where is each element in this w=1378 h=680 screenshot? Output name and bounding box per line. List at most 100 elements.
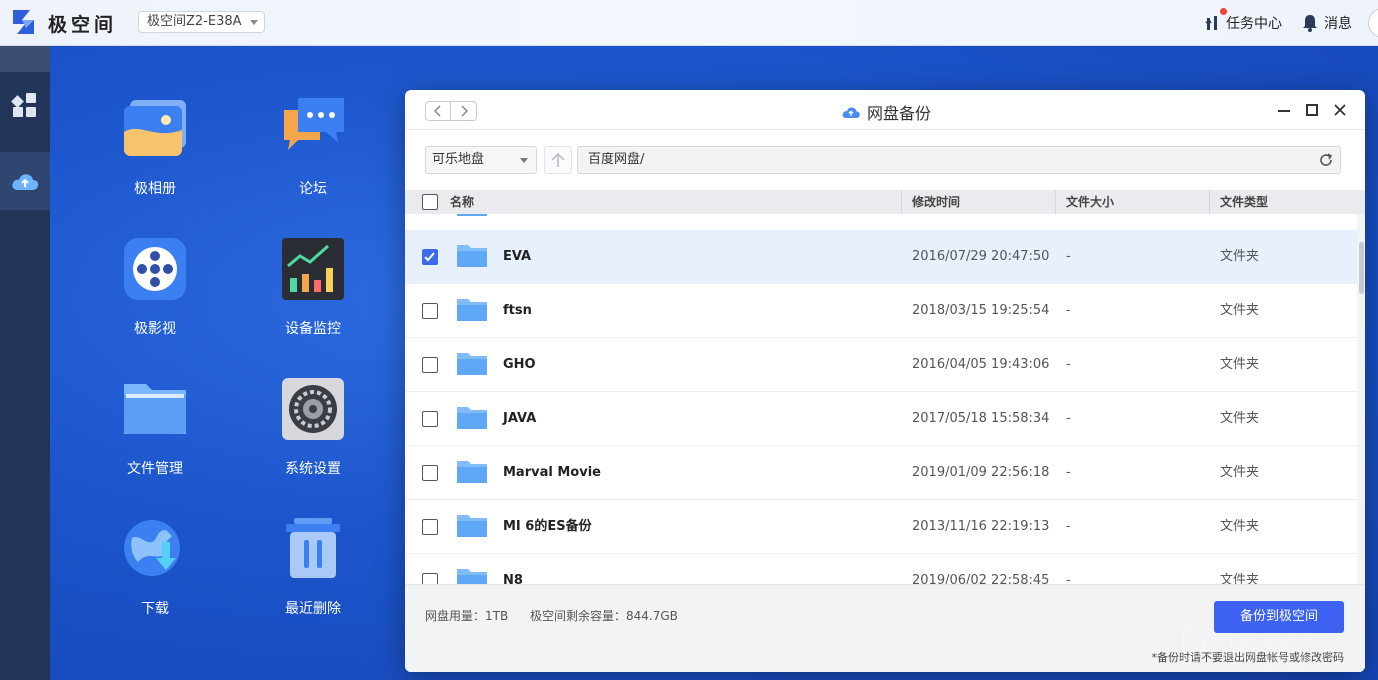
- source-select-label: 可乐地盘: [432, 152, 485, 167]
- file-name[interactable]: JAVA: [503, 392, 536, 446]
- app-system-settings[interactable]: 系统设置: [253, 376, 373, 496]
- back-button[interactable]: [425, 101, 451, 121]
- folder-icon: [457, 515, 487, 537]
- table-row[interactable]: ftsn 2018/03/15 19:25:54 - 文件夹: [405, 284, 1357, 338]
- row-checkbox[interactable]: [422, 465, 438, 481]
- chevron-right-icon: [460, 105, 468, 117]
- disk-usage-text: 网盘用量：1TB: [425, 609, 509, 623]
- top-bar: 极空间 极空间Z2-E38A 任务中心 消息: [0, 0, 1378, 46]
- folder-icon: [457, 407, 487, 429]
- folder-icon: [457, 353, 487, 375]
- row-checkbox[interactable]: [422, 573, 438, 584]
- folder-icon: [457, 214, 487, 216]
- table-row[interactable]: N8 2019/06/02 22:58:45 - 文件夹: [405, 554, 1357, 584]
- column-header-mtime[interactable]: 修改时间: [912, 190, 960, 214]
- folder-icon: [457, 461, 487, 483]
- minimize-icon: [1278, 110, 1290, 112]
- file-name[interactable]: Marval Movie: [503, 446, 601, 500]
- table-row[interactable]: GHO 2016/04/05 19:43:06 - 文件夹: [405, 338, 1357, 392]
- download-icon: [124, 520, 180, 576]
- row-checkbox[interactable]: [422, 411, 438, 427]
- close-button[interactable]: [1332, 102, 1348, 118]
- cloud-backup-window: 网盘备份 可乐地盘 百度网盘/ 名称 修改时间 文件大小 文件类型 EVA 20…: [405, 90, 1365, 672]
- app-recently-deleted[interactable]: 最近删除: [253, 516, 373, 636]
- file-mtime: 2019/06/02 22:58:45: [912, 573, 1050, 584]
- app-label: 文件管理: [127, 461, 183, 477]
- minimize-button[interactable]: [1276, 102, 1292, 118]
- app-download[interactable]: 下载: [95, 516, 215, 636]
- file-size: -: [1066, 573, 1071, 584]
- window-titlebar: 网盘备份: [405, 90, 1365, 130]
- file-name[interactable]: GHO: [503, 338, 536, 392]
- column-header-name[interactable]: 名称: [450, 190, 474, 214]
- table-row[interactable]: JAVA 2017/05/18 15:58:34 - 文件夹: [405, 392, 1357, 446]
- column-divider[interactable]: [901, 190, 902, 214]
- zspace-logo-icon: [13, 10, 34, 34]
- file-name[interactable]: EVA: [503, 230, 531, 284]
- parent-folder-button[interactable]: [544, 146, 572, 174]
- column-divider[interactable]: [1055, 190, 1056, 214]
- app-label: 系统设置: [285, 461, 341, 477]
- table-row[interactable]: MI 6的ES备份 2013/11/16 22:19:13 - 文件夹: [405, 500, 1357, 554]
- notification-dot: [1220, 8, 1227, 15]
- path-input[interactable]: 百度网盘/: [577, 146, 1341, 174]
- file-type: 文件夹: [1220, 303, 1260, 318]
- left-dock: [0, 46, 50, 680]
- app-video[interactable]: 极影视: [95, 236, 215, 356]
- scrollbar[interactable]: [1357, 214, 1365, 584]
- folder-icon: [457, 245, 487, 267]
- task-center-label: 任务中心: [1226, 16, 1282, 32]
- app-file-manager[interactable]: 文件管理: [95, 376, 215, 496]
- table-row[interactable]: EVA 2016/07/29 20:47:50 - 文件夹: [405, 230, 1357, 284]
- file-name[interactable]: MI 6的ES备份: [503, 500, 592, 554]
- file-name[interactable]: N8: [503, 554, 523, 584]
- row-checkbox[interactable]: [422, 249, 438, 265]
- device-select[interactable]: 极空间Z2-E38A: [138, 11, 265, 33]
- file-size: -: [1066, 465, 1071, 480]
- app-photo-album[interactable]: 极相册: [95, 96, 215, 216]
- app-device-monitor[interactable]: 设备监控: [253, 236, 373, 356]
- row-checkbox[interactable]: [422, 357, 438, 373]
- select-all-checkbox[interactable]: [422, 194, 438, 210]
- cloud-upload-icon: [842, 107, 860, 118]
- forward-button[interactable]: [451, 101, 477, 121]
- settings-gear-icon: [282, 378, 344, 440]
- task-center-button[interactable]: 任务中心: [1204, 8, 1282, 33]
- table-row[interactable]: Marval Movie 2019/01/09 22:56:18 - 文件夹: [405, 446, 1357, 500]
- trash-icon: [286, 518, 340, 578]
- bell-icon: [1303, 15, 1317, 32]
- source-select[interactable]: 可乐地盘: [425, 146, 537, 174]
- folder-icon: [457, 299, 487, 321]
- app-label: 设备监控: [285, 321, 341, 337]
- file-size: -: [1066, 249, 1071, 264]
- app-label: 极相册: [134, 181, 176, 197]
- apps-grid-icon: [11, 93, 36, 117]
- app-forum[interactable]: 论坛: [253, 96, 373, 216]
- file-name[interactable]: ftsn: [503, 284, 532, 338]
- chevron-left-icon: [434, 105, 441, 117]
- column-divider[interactable]: [1209, 190, 1210, 214]
- column-header-size[interactable]: 文件大小: [1066, 190, 1114, 214]
- watermark: Dospy: [1175, 620, 1317, 669]
- table-header: 名称 修改时间 文件大小 文件类型: [405, 190, 1365, 214]
- maximize-button[interactable]: [1304, 102, 1320, 118]
- nav-buttons: [425, 101, 477, 121]
- column-header-type[interactable]: 文件类型: [1220, 190, 1268, 214]
- file-type: 文件夹: [1220, 411, 1260, 426]
- table-row[interactable]: [405, 214, 1357, 218]
- path-text: 百度网盘/: [588, 152, 645, 167]
- row-checkbox[interactable]: [422, 303, 438, 319]
- app-label: 最近删除: [285, 601, 341, 617]
- video-icon: [124, 238, 186, 300]
- task-center-icon: [1205, 16, 1217, 30]
- chevron-down-icon: [249, 20, 258, 25]
- avatar[interactable]: [1368, 8, 1378, 38]
- messages-button[interactable]: 消息: [1302, 13, 1352, 33]
- dock-apps-button[interactable]: [0, 76, 50, 134]
- refresh-icon[interactable]: [1318, 152, 1334, 168]
- row-checkbox[interactable]: [422, 519, 438, 535]
- dock-cloud-backup-button[interactable]: [0, 152, 50, 210]
- file-size: -: [1066, 357, 1071, 372]
- scrollbar-thumb[interactable]: [1359, 242, 1364, 294]
- file-mtime: 2018/03/15 19:25:54: [912, 303, 1050, 318]
